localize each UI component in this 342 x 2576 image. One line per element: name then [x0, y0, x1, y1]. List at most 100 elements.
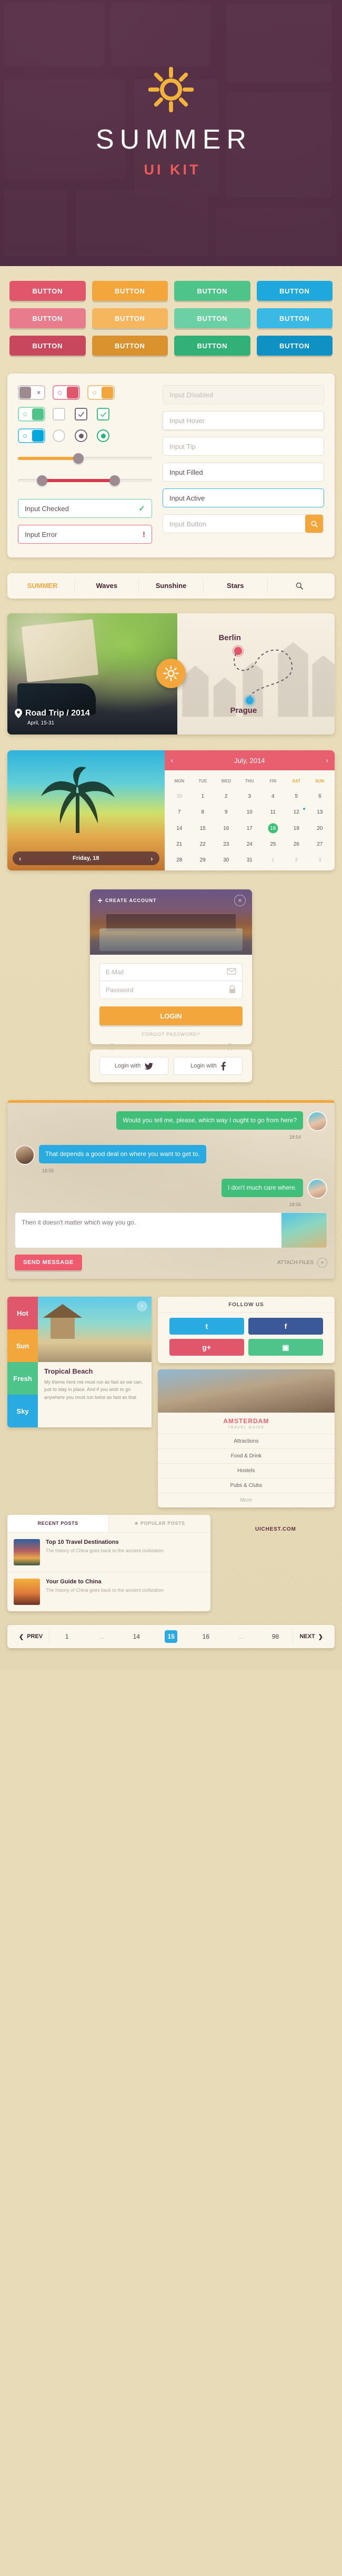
toggle-orange[interactable]	[87, 385, 115, 400]
city-link[interactable]: Hostels	[158, 1464, 335, 1478]
button-r2-c2[interactable]: BUTTON	[92, 308, 168, 328]
pagination-page-14[interactable]: 14	[130, 1633, 143, 1640]
input-checked[interactable]: Input Checked ✓	[18, 499, 152, 518]
login-with-twitter-button[interactable]: Login with	[99, 1057, 168, 1075]
accordion-tab-sun[interactable]: Sun	[7, 1329, 38, 1362]
chat-input-row[interactable]: Then it doesn't matter which way you go.	[15, 1212, 327, 1248]
login-submit-button[interactable]: LOGIN	[99, 1006, 243, 1025]
button-r3-c3[interactable]: BUTTON	[174, 336, 250, 356]
pagination-page-98[interactable]: 98	[269, 1633, 281, 1640]
password-field[interactable]: Password	[99, 981, 243, 999]
calendar-day[interactable]: 6	[308, 794, 332, 799]
calendar-day[interactable]: 15	[191, 826, 215, 831]
create-account-button[interactable]: CREATE ACCOUNT	[97, 898, 157, 903]
calendar-day[interactable]: 1	[191, 794, 215, 799]
weather-badge[interactable]	[156, 659, 186, 688]
checkbox-checked-green[interactable]	[97, 408, 109, 420]
list-item[interactable]: Top 10 Travel Destinations The history o…	[7, 1533, 210, 1572]
send-message-button[interactable]: SEND MESSAGE	[15, 1255, 82, 1270]
calendar-day[interactable]: 7	[168, 809, 191, 815]
slider-single[interactable]	[18, 452, 152, 465]
input-filled[interactable]: Input Filled	[163, 463, 324, 482]
tab-stars[interactable]: Stars	[204, 579, 268, 593]
tab-summer[interactable]: SUMMER	[11, 579, 75, 593]
toggle-green[interactable]	[18, 407, 45, 422]
button-r1-c1[interactable]: BUTTON	[9, 281, 86, 301]
checkbox-empty[interactable]	[53, 408, 65, 420]
calendar-day[interactable]: 2	[285, 857, 308, 863]
button-r1-c3[interactable]: BUTTON	[174, 281, 250, 301]
calendar-day[interactable]: 24	[238, 841, 261, 847]
button-r3-c1[interactable]: BUTTON	[9, 336, 86, 356]
calendar-day[interactable]: 8	[191, 809, 215, 815]
calendar-day[interactable]: 31	[238, 857, 261, 863]
twitter-icon[interactable]: t	[169, 1318, 244, 1335]
calendar-day[interactable]: 9	[215, 809, 238, 815]
calendar-day[interactable]: 27	[308, 841, 332, 847]
calendar-strip-next[interactable]: ›	[150, 855, 153, 863]
calendar-day[interactable]: 21	[168, 841, 191, 847]
slider-range[interactable]	[18, 474, 152, 487]
search-button[interactable]	[305, 515, 323, 533]
calendar-day[interactable]: 17	[238, 826, 261, 831]
accordion-next-button[interactable]: ›	[137, 1301, 147, 1311]
slider-handle[interactable]	[73, 453, 84, 464]
tab-sunshine[interactable]: Sunshine	[139, 579, 203, 593]
calendar-strip-prev[interactable]: ‹	[19, 855, 21, 863]
calendar-day[interactable]: 19	[285, 826, 308, 831]
calendar-day[interactable]: 23	[215, 841, 238, 847]
checkbox-checked-dark[interactable]	[75, 408, 87, 420]
city-link[interactable]: Pubs & Clubs	[158, 1478, 335, 1493]
radio-filled-green[interactable]	[97, 429, 109, 442]
calendar-day[interactable]: 3	[308, 857, 332, 863]
calendar-prev-month[interactable]: ‹	[171, 756, 174, 765]
button-r1-c4[interactable]: BUTTON	[257, 281, 333, 301]
attach-files-button[interactable]: ATTACH FILES +	[277, 1258, 327, 1268]
calendar-day[interactable]: 16	[215, 826, 238, 831]
calendar-day[interactable]: 26	[285, 841, 308, 847]
calendar-day[interactable]: 22	[191, 841, 215, 847]
calendar-day[interactable]: 3	[238, 794, 261, 799]
city-link[interactable]: Attractions	[158, 1434, 335, 1449]
input-active[interactable]: Input Active	[163, 488, 324, 507]
tab-recent-posts[interactable]: RECENT POSTS	[7, 1515, 108, 1532]
tab-popular-posts[interactable]: ★ POPULAR POSTS	[108, 1515, 210, 1532]
button-r2-c1[interactable]: BUTTON	[9, 308, 86, 328]
calendar-day[interactable]: 4	[261, 794, 285, 799]
button-r3-c2[interactable]: BUTTON	[92, 336, 168, 356]
button-r2-c4[interactable]: BUTTON	[257, 308, 333, 328]
calendar-day[interactable]: 1	[261, 857, 285, 863]
slider-handle-right[interactable]	[109, 475, 120, 486]
accordion-tab-hot[interactable]: Hot	[7, 1297, 38, 1329]
tab-search[interactable]	[268, 582, 331, 590]
login-with-facebook-button[interactable]: Login with	[174, 1057, 243, 1075]
calendar-next-month[interactable]: ›	[326, 756, 328, 765]
calendar-day[interactable]: 14	[168, 826, 191, 831]
calendar-day[interactable]: 28	[168, 857, 191, 863]
input-tip[interactable]: Input Tip	[163, 437, 324, 456]
toggle-red[interactable]	[53, 385, 80, 400]
chat-attachment-thumb[interactable]	[281, 1213, 327, 1248]
facebook-icon[interactable]: f	[248, 1318, 323, 1335]
city-link[interactable]: More	[158, 1493, 335, 1507]
calendar-day[interactable]: 30	[215, 857, 238, 863]
calendar-day[interactable]: 11	[261, 809, 285, 815]
calendar-day[interactable]: 13	[308, 809, 332, 815]
pagination-page-16[interactable]: 16	[199, 1633, 212, 1640]
calendar-day[interactable]: 29	[191, 857, 215, 863]
button-r1-c2[interactable]: BUTTON	[92, 281, 168, 301]
button-r3-c4[interactable]: BUTTON	[257, 336, 333, 356]
calendar-day[interactable]: 5	[285, 794, 308, 799]
calendar-day[interactable]: 10	[238, 809, 261, 815]
close-icon[interactable]: ×	[234, 895, 246, 906]
pagination-next[interactable]: NEXT ❯	[293, 1633, 329, 1640]
input-with-button[interactable]: Input Button	[163, 514, 324, 533]
chat-textarea[interactable]: Then it doesn't matter which way you go.	[15, 1213, 281, 1248]
email-field[interactable]: E-Mail	[99, 963, 243, 981]
calendar-day[interactable]: 20	[308, 826, 332, 831]
city-link[interactable]: Food & Drink	[158, 1449, 335, 1464]
travel-map[interactable]: Berlin Prague	[177, 613, 335, 734]
calendar-day[interactable]: 30	[168, 794, 191, 799]
accordion-tab-sky[interactable]: Sky	[7, 1395, 38, 1427]
forgot-password-link[interactable]: FORGOT PASSWORD?	[99, 1032, 243, 1037]
